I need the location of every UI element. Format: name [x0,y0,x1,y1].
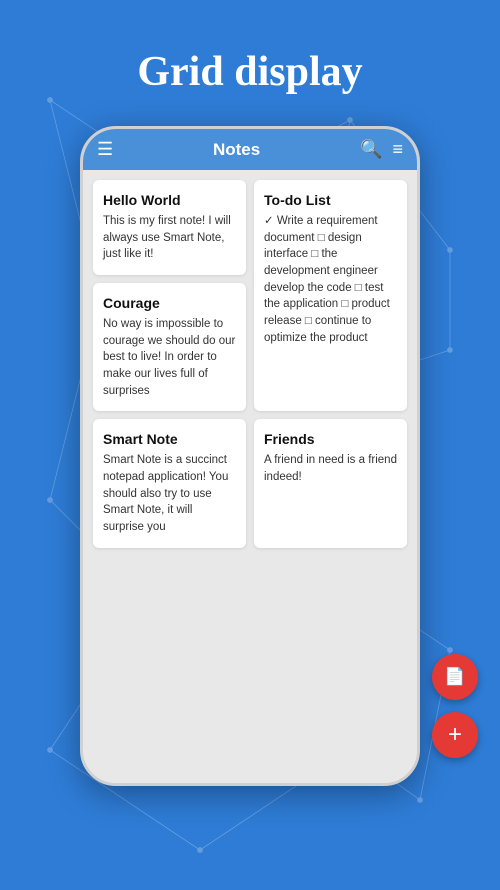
fab-container: 📄 + [432,654,478,758]
note-body-hello-world: This is my first note! I will always use… [103,213,236,263]
note-title-courage: Courage [103,295,236,311]
filter-icon[interactable]: ≡ [392,139,403,160]
note-title-friends: Friends [264,431,397,447]
note-card-courage[interactable]: Courage No way is impossible to courage … [93,283,246,411]
note-body-courage: No way is impossible to courage we shoul… [103,316,236,399]
add-fab[interactable]: + [432,712,478,758]
note-card-smart-note[interactable]: Smart Note Smart Note is a succinct note… [93,419,246,547]
document-icon: 📄 [444,667,465,687]
page-title: Grid display [0,0,500,126]
note-body-todo: ✓ Write a requirement document □ design … [264,213,397,346]
note-card-friends[interactable]: Friends A friend in need is a friend ind… [254,419,407,547]
note-title-todo: To-do List [264,192,397,208]
note-title-hello-world: Hello World [103,192,236,208]
toolbar-title: Notes [123,140,350,160]
phone-frame: ☰ Notes 🔍 ≡ Hello World This is my first… [80,126,420,786]
menu-icon[interactable]: ☰ [97,139,113,160]
add-icon: + [448,723,462,747]
search-icon[interactable]: 🔍 [360,139,382,160]
note-body-friends: A friend in need is a friend indeed! [264,452,397,485]
note-title-smart-note: Smart Note [103,431,236,447]
note-card-hello-world[interactable]: Hello World This is my first note! I wil… [93,180,246,275]
phone-mockup: ☰ Notes 🔍 ≡ Hello World This is my first… [0,126,500,786]
note-card-todo[interactable]: To-do List ✓ Write a requirement documen… [254,180,407,411]
new-note-fab[interactable]: 📄 [432,654,478,700]
note-body-smart-note: Smart Note is a succinct notepad applica… [103,452,236,535]
app-toolbar: ☰ Notes 🔍 ≡ [83,129,417,170]
notes-grid: Hello World This is my first note! I wil… [83,170,417,783]
